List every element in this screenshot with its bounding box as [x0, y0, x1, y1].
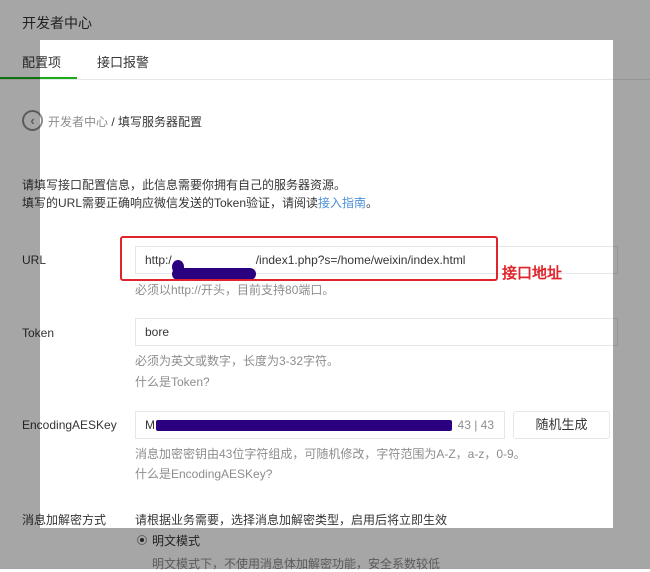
url-annotation: 接口地址 — [502, 265, 563, 282]
token-hint: 必须为英文或数字，长度为3-32字符。 — [135, 354, 340, 368]
aeskey-help-link[interactable]: 什么是EncodingAESKey? — [135, 465, 272, 482]
intro-suffix: 。 — [366, 196, 379, 210]
aeskey-hint: 消息加密密钥由43位字符组成，可随机修改，字符范围为A-Z，a-z，0-9。 — [135, 447, 526, 461]
breadcrumb-separator: / — [108, 115, 119, 129]
token-help-link[interactable]: 什么是Token? — [135, 373, 210, 390]
breadcrumb-current: 填写服务器配置 — [118, 115, 203, 129]
generate-random-button[interactable]: 随机生成 — [513, 411, 610, 439]
aeskey-value-prefix: M — [145, 418, 155, 432]
intro-line-2: 填写的URL需要正确响应微信发送的Token验证，请阅读接入指南。 — [22, 194, 378, 211]
overlay-right — [613, 40, 650, 528]
tab-divider — [0, 79, 650, 80]
breadcrumb: 开发者中心 / 填写服务器配置 — [48, 113, 202, 130]
aeskey-redaction — [156, 420, 452, 431]
intro-line-1: 请填写接口配置信息，此信息需要你拥有自己的服务器资源。 — [22, 178, 347, 192]
token-input[interactable]: bore — [135, 318, 618, 346]
encryption-desc: 请根据业务需要，选择消息加解密类型，启用后将立即生效 — [135, 513, 448, 527]
url-hint: 必须以http://开头，目前支持80端口。 — [135, 283, 335, 297]
breadcrumb-parent[interactable]: 开发者中心 — [48, 115, 108, 129]
intro-text: 填写的URL需要正确响应微信发送的Token验证，请阅读 — [22, 196, 319, 210]
guide-link[interactable]: 接入指南 — [318, 196, 366, 210]
aeskey-count: 43 | 43 — [457, 418, 494, 432]
highlight-box — [120, 236, 498, 281]
aeskey-input[interactable]: M 43 | 43 — [135, 411, 505, 439]
overlay-left — [0, 40, 40, 528]
tab-alerts[interactable]: 接口报警 — [97, 52, 149, 71]
overlay-bottom — [0, 528, 650, 569]
overlay-top — [0, 0, 650, 40]
